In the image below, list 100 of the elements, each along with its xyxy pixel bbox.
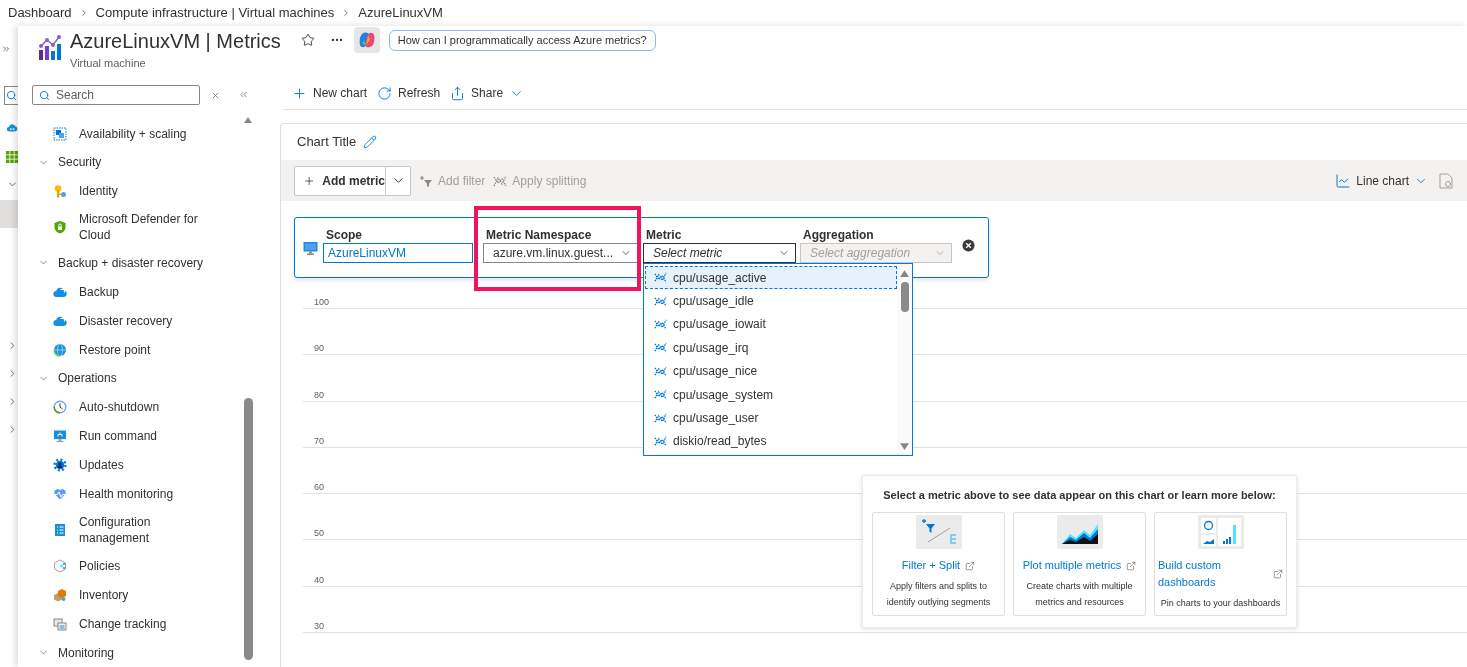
plus-icon — [292, 85, 307, 101]
menu-item[interactable]: Restore point — [18, 335, 243, 364]
document-icon — [1439, 172, 1453, 189]
menu-item[interactable]: Configuration management — [18, 508, 243, 552]
heart-icon — [53, 486, 67, 501]
area-chart-icon — [1056, 515, 1103, 549]
breadcrumb-link[interactable]: Dashboard — [8, 3, 72, 23]
grid-icon — [6, 151, 18, 163]
breadcrumb-link[interactable]: Compute infrastructure | Virtual machines — [95, 3, 335, 23]
external-link-icon — [1126, 560, 1137, 571]
scroll-up-icon — [244, 117, 252, 123]
menu-item[interactable]: Updates — [18, 450, 243, 480]
namespace-select[interactable]: azure.vm.linux.guest... — [483, 243, 638, 263]
windows-icon — [53, 617, 67, 632]
line-series-icon — [654, 317, 667, 331]
squares-icon — [53, 126, 67, 141]
scroll-down-icon — [900, 443, 909, 451]
close-icon — [210, 90, 220, 100]
toolbar-button[interactable]: Share — [450, 84, 525, 102]
key-icon — [53, 183, 67, 198]
metric-option[interactable]: cpu/usage_active — [645, 266, 897, 290]
menu-item[interactable]: Auto-shutdown — [18, 392, 243, 422]
hexagon-icon — [53, 559, 67, 574]
axis-label: 60 — [314, 482, 324, 494]
line-series-icon — [654, 364, 667, 378]
metric-option[interactable]: cpu/usage_idle — [645, 289, 897, 313]
menu-item[interactable]: Run command — [18, 421, 243, 451]
breadcrumb-link[interactable]: AzureLinuxVM — [358, 3, 443, 23]
remove-button[interactable] — [962, 239, 975, 252]
scrollbar-thumb[interactable] — [900, 282, 909, 312]
menu-item[interactable]: Policies — [18, 551, 243, 581]
help-link[interactable]: Plot multiple metrics — [1017, 557, 1142, 574]
search-field[interactable]: Search — [32, 85, 200, 105]
boxes-icon — [53, 588, 67, 603]
help-link[interactable]: Build custom dashboards — [1158, 557, 1283, 591]
external-link-icon — [1273, 569, 1283, 579]
document-icon — [53, 523, 67, 537]
dashboard-icon — [1197, 515, 1244, 549]
menu-group-header[interactable]: Monitoring — [18, 638, 243, 667]
favorite-button[interactable] — [300, 33, 315, 47]
metric-option[interactable]: cpu/usage_iowait — [645, 312, 897, 337]
toolbar-button[interactable]: New chart — [292, 84, 368, 102]
line-chart-icon — [1335, 172, 1352, 189]
search-icon — [6, 90, 17, 101]
metric-option[interactable]: diskio/read_bytes — [645, 429, 897, 454]
help-link[interactable]: Filter + Split — [876, 557, 1001, 574]
metric-select[interactable]: Select metric — [643, 243, 796, 263]
menu-item[interactable]: Microsoft Defender for Cloud — [18, 205, 243, 249]
axis-label: 90 — [314, 343, 324, 355]
page-title: AzureLinuxVM | Metrics — [70, 29, 281, 54]
metric-option[interactable]: cpu/usage_user — [645, 406, 897, 430]
menu-item[interactable]: Disaster recovery — [18, 306, 243, 335]
axis-label: 100 — [314, 297, 330, 308]
help-description: Pin charts to your dashboards — [1160, 597, 1281, 610]
menu-item[interactable]: Identity — [18, 176, 243, 206]
scrollbar-thumb[interactable] — [243, 398, 253, 660]
menu-item[interactable]: Inventory — [18, 580, 243, 610]
field-label: Scope — [325, 228, 363, 243]
menu-item[interactable]: Change tracking — [18, 609, 243, 639]
chart-type-button[interactable]: Line chart — [1335, 171, 1428, 190]
toolbar-button[interactable]: Refresh — [377, 84, 441, 102]
scroll-up-icon — [900, 270, 909, 277]
globe-icon — [53, 342, 67, 357]
prompt-suggestion-button[interactable]: How can I programmatically access Azure metrics? — [388, 29, 656, 51]
menu-group-header[interactable]: Backup + disaster recovery — [18, 248, 243, 277]
collapse-button[interactable] — [238, 89, 249, 100]
help-description: Apply filters and splits to identify outlying segments — [885, 580, 992, 609]
edit-title-button[interactable] — [362, 134, 378, 150]
search-icon — [39, 89, 50, 101]
help-description: Create charts with multiple metrics and resources — [1025, 580, 1134, 609]
add-metric-button[interactable]: Add metric — [294, 165, 386, 196]
metric-option[interactable]: cpu/usage_irq — [645, 336, 897, 360]
close-icon — [962, 239, 975, 252]
monitor-icon — [53, 428, 67, 443]
menu-item[interactable]: Health monitoring — [18, 479, 243, 509]
line-series-icon — [654, 411, 667, 425]
menu-group-header[interactable]: Operations — [18, 364, 243, 393]
menu-item[interactable]: Backup — [18, 277, 243, 306]
expand-icon[interactable] — [1, 44, 11, 54]
assistant-button[interactable] — [353, 27, 380, 53]
axis-label: 30 — [314, 621, 324, 633]
external-link-icon — [965, 560, 976, 571]
filter-plus-icon — [419, 173, 433, 188]
collapse-icon — [238, 89, 249, 100]
clear-button[interactable] — [210, 90, 220, 100]
axis-label: 50 — [314, 528, 324, 540]
scope-field[interactable]: AzureLinuxVM — [323, 243, 473, 263]
swirl-icon — [357, 31, 376, 49]
metric-option[interactable]: cpu/usage_system — [645, 382, 897, 407]
help-title: Select a metric above to see data appear on this chart or learn more below: — [883, 488, 1276, 502]
share-icon — [450, 85, 466, 101]
dropdown-button[interactable] — [386, 165, 411, 196]
menu-group-header[interactable]: Security — [18, 148, 243, 177]
menu-item[interactable]: Availability + scaling — [18, 119, 243, 148]
line-series-icon — [654, 294, 667, 308]
field-label: Aggregation — [802, 228, 875, 243]
star-icon — [300, 33, 315, 47]
bar-chart-icon — [37, 34, 63, 61]
metric-option[interactable]: cpu/usage_nice — [645, 359, 897, 383]
line-series-icon — [654, 434, 667, 448]
